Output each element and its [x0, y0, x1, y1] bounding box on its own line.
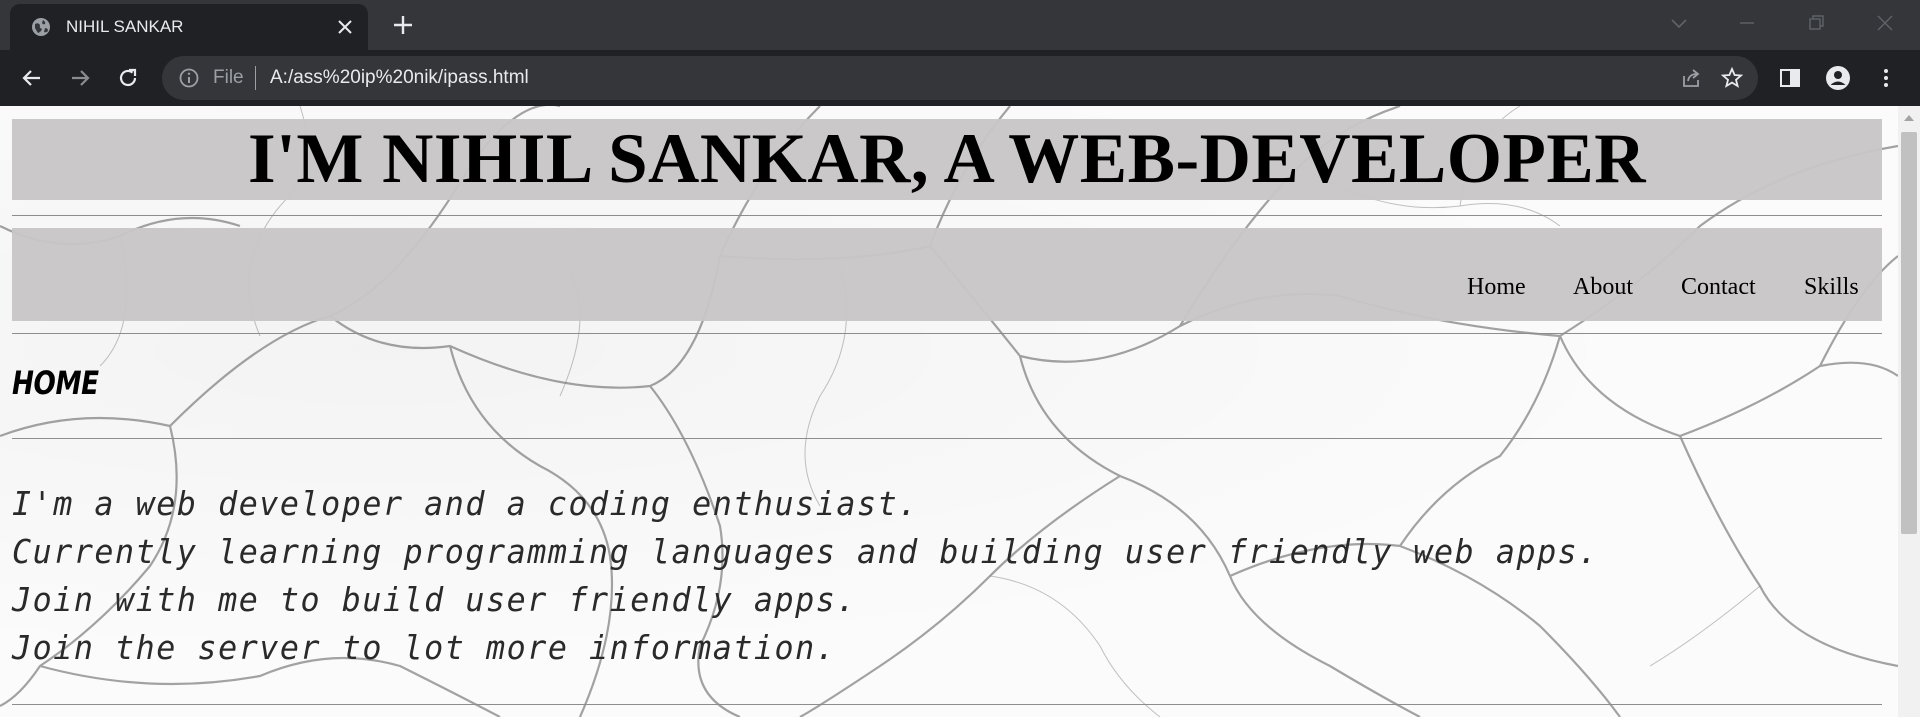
browser-toolbar: File A:/ass%20ip%20nik/ipass.html — [0, 50, 1920, 106]
page-title: I'M NIHIL SANKAR, A WEB-DEVELOPER — [248, 120, 1646, 198]
kebab-menu-icon[interactable] — [1874, 66, 1898, 90]
nav-link-home[interactable]: Home — [1467, 274, 1526, 301]
nav-link-contact[interactable]: Contact — [1681, 274, 1756, 301]
intro-text: I'm a web developer and a coding enthusi… — [12, 480, 1665, 672]
browser-tab[interactable]: NIHIL SANKAR — [10, 4, 368, 50]
vertical-scrollbar[interactable] — [1898, 106, 1920, 717]
intro-line: Join the server to lot more information. — [12, 628, 837, 667]
intro-line: I'm a web developer and a coding enthusi… — [12, 484, 919, 523]
tab-strip: NIHIL SANKAR — [0, 0, 1920, 50]
scrollbar-thumb[interactable] — [1901, 132, 1917, 534]
plus-icon[interactable] — [392, 14, 414, 36]
section-title: HOME — [12, 364, 99, 402]
side-panel-icon[interactable] — [1778, 66, 1802, 90]
globe-icon — [32, 18, 50, 36]
tab-title: NIHIL SANKAR — [66, 17, 184, 36]
share-icon[interactable] — [1680, 67, 1702, 89]
intro-line: Currently learning programming languages… — [12, 532, 1599, 571]
star-icon[interactable] — [1720, 66, 1744, 90]
scheme-label: File — [213, 67, 244, 88]
address-bar[interactable]: File A:/ass%20ip%20nik/ipass.html — [162, 56, 1758, 100]
close-icon[interactable] — [334, 16, 356, 38]
omnibox-divider — [255, 66, 256, 90]
chevron-down-icon[interactable] — [1668, 12, 1690, 34]
nav-link-skills[interactable]: Skills — [1804, 274, 1859, 301]
window-close-icon[interactable] — [1874, 12, 1896, 34]
divider — [12, 704, 1882, 705]
forward-arrow-icon[interactable] — [68, 66, 92, 90]
divider — [12, 333, 1882, 334]
url-text[interactable]: A:/ass%20ip%20nik/ipass.html — [270, 67, 529, 89]
info-icon[interactable] — [178, 67, 200, 89]
divider — [12, 215, 1882, 216]
reload-icon[interactable] — [116, 66, 140, 90]
profile-icon[interactable] — [1826, 66, 1850, 90]
restore-icon[interactable] — [1806, 12, 1828, 34]
header-banner: I'M NIHIL SANKAR, A WEB-DEVELOPER — [12, 119, 1882, 200]
scroll-up-arrow-icon[interactable] — [1903, 114, 1915, 122]
minimize-icon[interactable] — [1736, 12, 1758, 34]
nav-bar: Home About Contact Skills — [12, 228, 1882, 321]
intro-line: Join with me to build user friendly apps… — [12, 580, 857, 619]
page-viewport: I'M NIHIL SANKAR, A WEB-DEVELOPER Home A… — [0, 106, 1898, 717]
divider — [12, 438, 1882, 439]
back-arrow-icon[interactable] — [20, 66, 44, 90]
nav-link-about[interactable]: About — [1573, 274, 1633, 301]
